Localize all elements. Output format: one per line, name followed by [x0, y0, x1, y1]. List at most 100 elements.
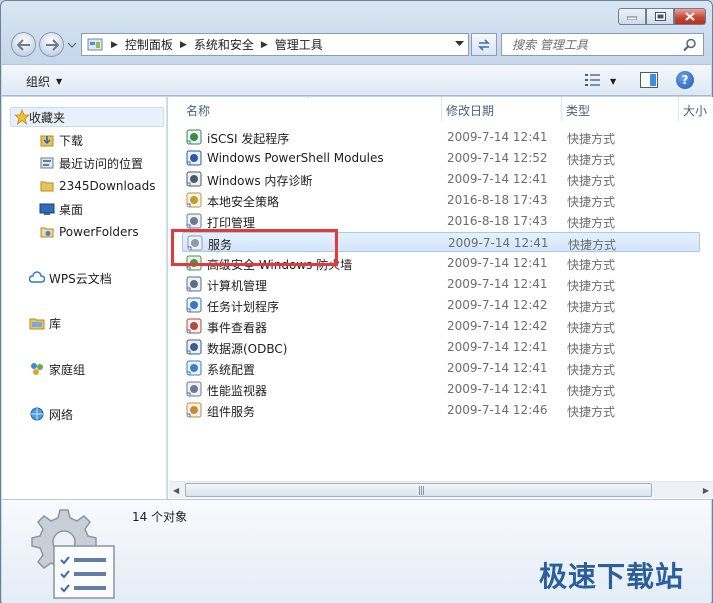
nav-item-2345downloads[interactable]: 2345Downloads: [38, 176, 155, 196]
file-name: Windows PowerShell Modules: [207, 151, 384, 165]
navigation-pane: 收藏夹 下载 最近访问的位置 2345Downloads 桌面 PowerFol…: [2, 97, 167, 499]
clock-icon: [186, 297, 202, 313]
file-type: 快捷方式: [567, 153, 616, 167]
maximize-icon: [654, 12, 666, 21]
odbc-icon: [186, 339, 202, 355]
search-icon[interactable]: [683, 38, 697, 52]
recent-pages-dropdown-icon[interactable]: [67, 40, 77, 50]
file-row[interactable]: 事件查看器 2009-7-14 12:42 快捷方式: [182, 316, 700, 336]
breadcrumb-control-panel[interactable]: 控制面板: [125, 36, 173, 53]
organize-button[interactable]: 组织 ▼: [26, 73, 62, 90]
nav-item-recent-places[interactable]: 最近访问的位置: [38, 153, 143, 173]
file-name: 系统配置: [207, 363, 256, 377]
minimize-button[interactable]: [618, 8, 646, 25]
nav-item-desktop[interactable]: 桌面: [38, 199, 83, 219]
powerfolders-icon: [38, 224, 56, 240]
file-type: 快捷方式: [567, 384, 616, 398]
nav-wps-cloud[interactable]: WPS云文档: [28, 268, 112, 288]
file-row[interactable]: 数据源(ODBC) 2009-7-14 12:41 快捷方式: [182, 337, 700, 357]
nav-item-label: 2345Downloads: [59, 179, 156, 193]
scrollbar-thumb[interactable]: |||: [185, 483, 652, 497]
file-date: 2009-7-14 12:41: [447, 361, 548, 375]
column-name[interactable]: 名称: [186, 102, 210, 119]
file-name: 事件查看器: [207, 321, 268, 335]
file-row[interactable]: 组件服务 2009-7-14 12:46 快捷方式: [182, 400, 700, 420]
nav-item-powerfolders[interactable]: PowerFolders: [38, 222, 139, 242]
nav-network[interactable]: 网络: [28, 404, 73, 424]
refresh-icon: [478, 38, 490, 51]
file-date: 2009-7-14 12:41: [447, 172, 548, 186]
memory-icon: [186, 171, 202, 187]
forward-button[interactable]: [39, 32, 64, 57]
nav-homegroup[interactable]: 家庭组: [28, 359, 85, 379]
back-arrow-icon: [16, 38, 30, 51]
address-bar[interactable]: ▶ 控制面板 ▶ 系统和安全 ▶ 管理工具: [81, 33, 469, 56]
sort-ascending-icon: ˄: [306, 97, 310, 104]
file-name: iSCSI 发起程序: [207, 132, 290, 146]
nav-network-label: 网络: [49, 407, 74, 422]
breadcrumb-arrow-icon[interactable]: ▶: [111, 40, 118, 50]
event-icon: [186, 318, 202, 334]
refresh-button[interactable]: [471, 33, 497, 56]
file-row[interactable]: iSCSI 发起程序 2009-7-14 12:41 快捷方式: [182, 127, 700, 147]
breadcrumb-system-security[interactable]: 系统和安全: [194, 36, 254, 53]
search-box[interactable]: 搜索 管理工具: [501, 33, 704, 56]
file-date: 2009-7-14 12:41: [447, 382, 548, 396]
forward-arrow-icon: [45, 38, 59, 51]
file-row[interactable]: 系统配置 2009-7-14 12:41 快捷方式: [182, 358, 700, 378]
address-dropdown-icon[interactable]: [455, 41, 464, 47]
column-divider[interactable]: [678, 97, 679, 121]
file-type: 快捷方式: [567, 342, 616, 356]
breadcrumb-admin-tools[interactable]: 管理工具: [275, 36, 323, 53]
file-row[interactable]: 计算机管理 2009-7-14 12:41 快捷方式: [182, 274, 700, 294]
nav-item-downloads[interactable]: 下载: [38, 130, 83, 150]
view-dropdown-icon[interactable]: ▼: [610, 77, 616, 86]
scroll-left-icon[interactable]: ◀: [173, 486, 179, 495]
scroll-right-icon[interactable]: ▶: [703, 486, 709, 495]
file-type: 快捷方式: [567, 132, 616, 146]
column-type[interactable]: 类型: [566, 102, 590, 119]
caption-buttons: [618, 8, 706, 25]
preview-pane-button[interactable]: [640, 72, 658, 91]
breadcrumb-arrow-icon[interactable]: ▶: [180, 40, 187, 50]
file-row[interactable]: 打印管理 2016-8-18 17:43 快捷方式: [182, 211, 700, 231]
column-divider[interactable]: [441, 97, 442, 121]
nav-libraries[interactable]: 库: [28, 313, 61, 333]
help-icon: ?: [681, 73, 689, 87]
minimize-icon: [627, 16, 637, 20]
config-icon: [186, 360, 202, 376]
network-icon: [28, 406, 46, 422]
file-name: 组件服务: [207, 405, 256, 419]
file-row[interactable]: 本地安全策略 2016-8-18 17:43 快捷方式: [182, 190, 700, 210]
close-button[interactable]: [674, 8, 706, 25]
file-row[interactable]: Windows PowerShell Modules 2009-7-14 12:5…: [182, 148, 700, 168]
file-name: 数据源(ODBC): [207, 342, 288, 356]
back-button[interactable]: [11, 32, 36, 57]
change-view-button[interactable]: [584, 73, 602, 87]
file-list: ˄ 名称 修改日期 类型 大小 iSCSI 发起程序 2009-7-14 12:4…: [168, 97, 713, 499]
file-row[interactable]: 性能监视器 2009-7-14 12:41 快捷方式: [182, 379, 700, 399]
file-type: 快捷方式: [567, 279, 616, 293]
nav-item-label: PowerFolders: [59, 225, 139, 239]
printer-icon: [186, 213, 202, 229]
column-divider[interactable]: [561, 97, 562, 121]
file-type: 快捷方式: [567, 405, 616, 419]
globe-icon: [186, 129, 202, 145]
file-date: 2016-8-18 17:43: [447, 214, 548, 228]
file-date: 2009-7-14 12:41: [447, 340, 548, 354]
perf-icon: [186, 381, 202, 397]
file-row[interactable]: Windows 内存诊断 2009-7-14 12:41 快捷方式: [182, 169, 700, 189]
file-date: 2009-7-14 12:41: [448, 236, 549, 250]
explorer-window: ▶ 控制面板 ▶ 系统和安全 ▶ 管理工具 搜索 管理工具 组织 ▼ ▼ ? 收…: [0, 0, 713, 603]
nav-favorites[interactable]: 收藏夹: [10, 107, 164, 127]
search-input[interactable]: 搜索 管理工具: [512, 36, 588, 53]
breadcrumb-arrow-icon[interactable]: ▶: [261, 40, 268, 50]
column-date[interactable]: 修改日期: [446, 102, 494, 119]
maximize-button[interactable]: [646, 8, 674, 25]
file-row[interactable]: 任务计划程序 2009-7-14 12:42 快捷方式: [182, 295, 700, 315]
nav-item-label: 下载: [59, 133, 84, 148]
file-date: 2009-7-14 12:41: [447, 277, 548, 291]
horizontal-scrollbar[interactable]: ◀ ||| ▶: [169, 481, 713, 498]
column-size[interactable]: 大小: [683, 102, 707, 119]
help-button[interactable]: ?: [676, 71, 694, 89]
